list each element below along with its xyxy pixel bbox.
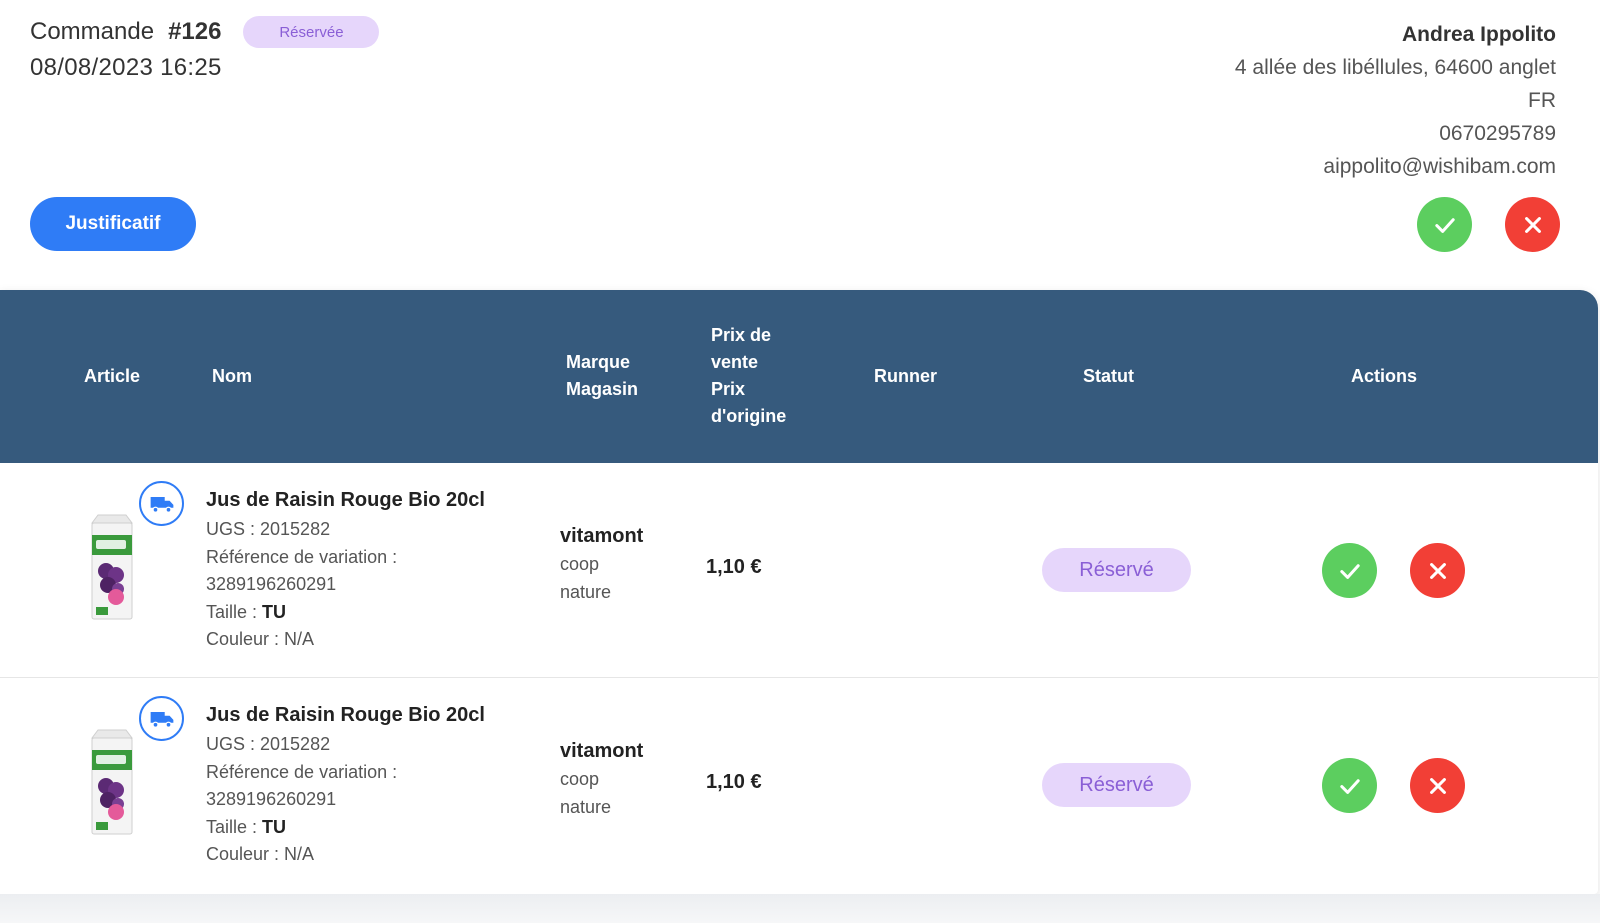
brand-name: vitamont	[560, 740, 644, 762]
table-row: Jus de Raisin Rouge Bio 20cl UGS : 20152…	[0, 463, 1598, 678]
size-value: TU	[262, 816, 287, 837]
table-header: Article Nom Marque Magasin Prix de vente…	[0, 290, 1598, 463]
variation-label: Référence de variation :	[206, 546, 398, 567]
truck-icon	[149, 706, 175, 732]
check-icon	[1336, 772, 1364, 800]
variation-value: 3289196260291	[206, 789, 337, 809]
product-name: Jus de Raisin Rouge Bio 20cl	[206, 489, 485, 511]
header-prix: Prix de vente Prix d'origine	[711, 322, 786, 430]
size-label: Taille :	[206, 601, 258, 622]
table-row: Jus de Raisin Rouge Bio 20cl UGS : 20152…	[0, 678, 1598, 893]
store-name-line-2: nature	[560, 796, 612, 817]
status-badge: Réservé	[1042, 763, 1191, 807]
product-size: Taille : TU	[206, 814, 485, 842]
product-details: Jus de Raisin Rouge Bio 20cl UGS : 20152…	[206, 704, 485, 869]
order-status-badge: Réservée	[243, 16, 380, 48]
product-details: Jus de Raisin Rouge Bio 20cl UGS : 20152…	[206, 489, 485, 654]
size-label: Taille :	[206, 816, 258, 837]
justificatif-button[interactable]: Justificatif	[30, 197, 196, 251]
header-statut: Statut	[1083, 366, 1134, 386]
order-date: 08/08/2023 16:25	[30, 54, 222, 81]
store-name-line-1: coop	[560, 554, 600, 574]
header-prix-origine-2: d'origine	[711, 406, 787, 426]
header-prix-origine-1: Prix	[711, 379, 746, 399]
customer-info: Andrea Ippolito 4 allée des libéllules, …	[1235, 18, 1556, 183]
header-actions: Actions	[1351, 366, 1418, 386]
store-name-line-1: coop	[560, 769, 600, 789]
page-footer-strip	[0, 894, 1600, 923]
check-icon	[1336, 557, 1364, 585]
customer-email: aippolito@wishibam.com	[1323, 155, 1556, 178]
product-ugs: UGS : 2015282	[206, 519, 331, 539]
reject-order-button[interactable]	[1505, 197, 1560, 252]
header-magasin: Magasin	[566, 379, 639, 399]
header-marque: Marque	[566, 352, 631, 372]
order-number: #126	[168, 18, 222, 45]
brand-store: vitamont coop nature	[560, 740, 643, 821]
accept-order-button[interactable]	[1417, 197, 1472, 252]
product-image	[88, 513, 136, 623]
delivery-badge	[139, 696, 184, 741]
close-icon	[1424, 557, 1452, 585]
variation-value: 3289196260291	[206, 574, 337, 594]
accept-item-button[interactable]	[1322, 543, 1377, 598]
check-icon	[1431, 211, 1459, 239]
order-header: Commande #126 Réservée 08/08/2023 16:25	[30, 16, 380, 82]
header-prix-vente-2: vente	[711, 352, 759, 372]
header-article: Article	[84, 366, 141, 386]
sale-price: 1,10 €	[706, 556, 762, 578]
product-ugs: UGS : 2015282	[206, 734, 331, 754]
product-size: Taille : TU	[206, 599, 485, 627]
brand-name: vitamont	[560, 525, 644, 547]
variation-label: Référence de variation :	[206, 761, 398, 782]
delivery-badge	[139, 481, 184, 526]
order-items-table: Article Nom Marque Magasin Prix de vente…	[0, 290, 1598, 894]
order-label: Commande	[30, 18, 155, 45]
header-runner: Runner	[874, 366, 937, 386]
header-nom: Nom	[212, 366, 252, 386]
header-marque-magasin: Marque Magasin	[566, 349, 638, 403]
store-name-line-2: nature	[560, 581, 612, 602]
reject-item-button[interactable]	[1410, 758, 1465, 813]
customer-address: 4 allée des libéllules, 64600 anglet	[1234, 56, 1556, 79]
sale-price: 1,10 €	[706, 771, 762, 793]
customer-country: FR	[1528, 89, 1556, 112]
product-name: Jus de Raisin Rouge Bio 20cl	[206, 704, 485, 726]
header-prix-vente-1: Prix de	[711, 325, 772, 345]
customer-phone: 0670295789	[1439, 122, 1556, 145]
reject-item-button[interactable]	[1410, 543, 1465, 598]
product-color: Couleur : N/A	[206, 629, 315, 649]
status-badge: Réservé	[1042, 548, 1191, 592]
close-icon	[1519, 211, 1547, 239]
product-color: Couleur : N/A	[206, 844, 315, 864]
close-icon	[1424, 772, 1452, 800]
truck-icon	[149, 491, 175, 517]
accept-item-button[interactable]	[1322, 758, 1377, 813]
customer-name: Andrea Ippolito	[1402, 23, 1556, 46]
brand-store: vitamont coop nature	[560, 525, 643, 606]
size-value: TU	[262, 601, 287, 622]
product-image	[88, 728, 136, 838]
